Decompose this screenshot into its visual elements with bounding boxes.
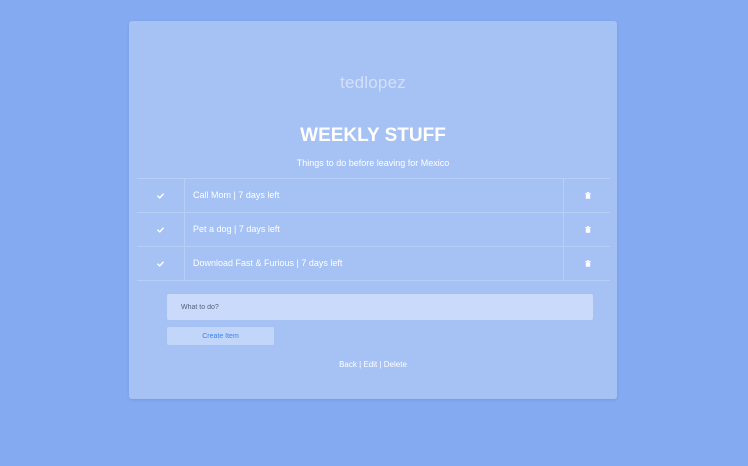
todo-item-text: Call Mom | 7 days left: [193, 190, 280, 200]
check-icon[interactable]: [137, 247, 185, 280]
todo-item: Pet a dog | 7 days left: [137, 212, 610, 246]
link-separator: |: [359, 360, 362, 369]
link-separator: |: [379, 360, 382, 369]
list-description: Things to do before leaving for Mexico: [296, 158, 450, 168]
list-title: WEEKLY STUFF: [300, 125, 446, 146]
todo-item-text: Pet a dog | 7 days left: [193, 224, 280, 234]
check-icon[interactable]: [137, 213, 185, 246]
todo-item-text: Download Fast & Furious | 7 days left: [193, 258, 343, 268]
trash-icon[interactable]: [563, 247, 611, 280]
trash-icon[interactable]: [563, 213, 611, 246]
todo-item: Call Mom | 7 days left: [137, 178, 610, 212]
username-link[interactable]: tedlopez: [129, 73, 617, 93]
todo-list: Call Mom | 7 days left Pet a dog | 7 day…: [137, 178, 610, 281]
todo-list-card: tedlopez WEEKLY STUFF Things to do befor…: [129, 21, 617, 399]
new-item-input[interactable]: [167, 294, 593, 320]
trash-icon[interactable]: [563, 179, 611, 212]
edit-link[interactable]: Edit: [363, 360, 377, 369]
list-actions: Back | Edit | Delete: [129, 359, 617, 371]
delete-link[interactable]: Delete: [384, 360, 407, 369]
todo-item: Download Fast & Furious | 7 days left: [137, 246, 610, 281]
create-item-button[interactable]: Create Item: [167, 327, 274, 345]
check-icon[interactable]: [137, 179, 185, 212]
back-link[interactable]: Back: [339, 360, 357, 369]
